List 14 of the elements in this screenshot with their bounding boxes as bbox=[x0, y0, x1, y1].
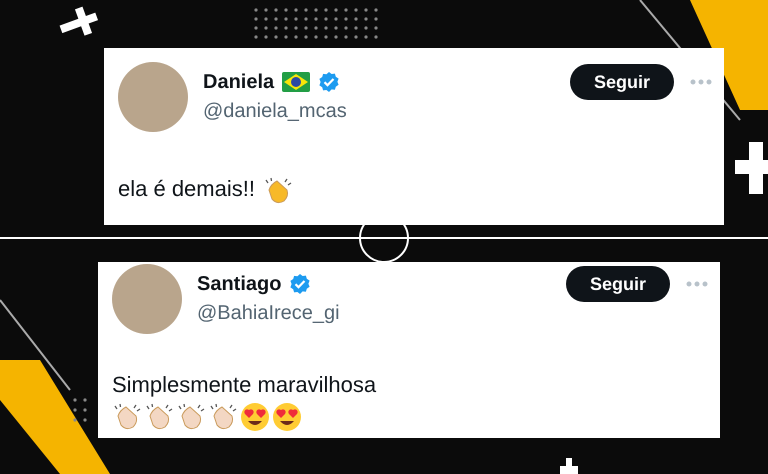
user-name: Daniela bbox=[203, 70, 274, 94]
user-name: Santiago bbox=[197, 272, 282, 296]
user-handle: @BahiaIrece_gi bbox=[197, 302, 341, 325]
dot-grid bbox=[73, 398, 87, 422]
plus-sign-icon bbox=[560, 458, 578, 474]
more-options-icon[interactable] bbox=[690, 79, 712, 85]
plus-sign-icon bbox=[60, 6, 98, 36]
follow-button[interactable]: Seguir bbox=[570, 64, 674, 100]
tweet-text: Simplesmente maravilhosa bbox=[112, 372, 378, 398]
plus-sign-icon bbox=[735, 142, 768, 194]
user-handle: @daniela_mcas bbox=[203, 100, 348, 123]
follow-button[interactable]: Seguir bbox=[566, 266, 670, 302]
tweet-text: ela é demais!! bbox=[118, 176, 255, 202]
more-options-icon[interactable] bbox=[686, 281, 708, 287]
